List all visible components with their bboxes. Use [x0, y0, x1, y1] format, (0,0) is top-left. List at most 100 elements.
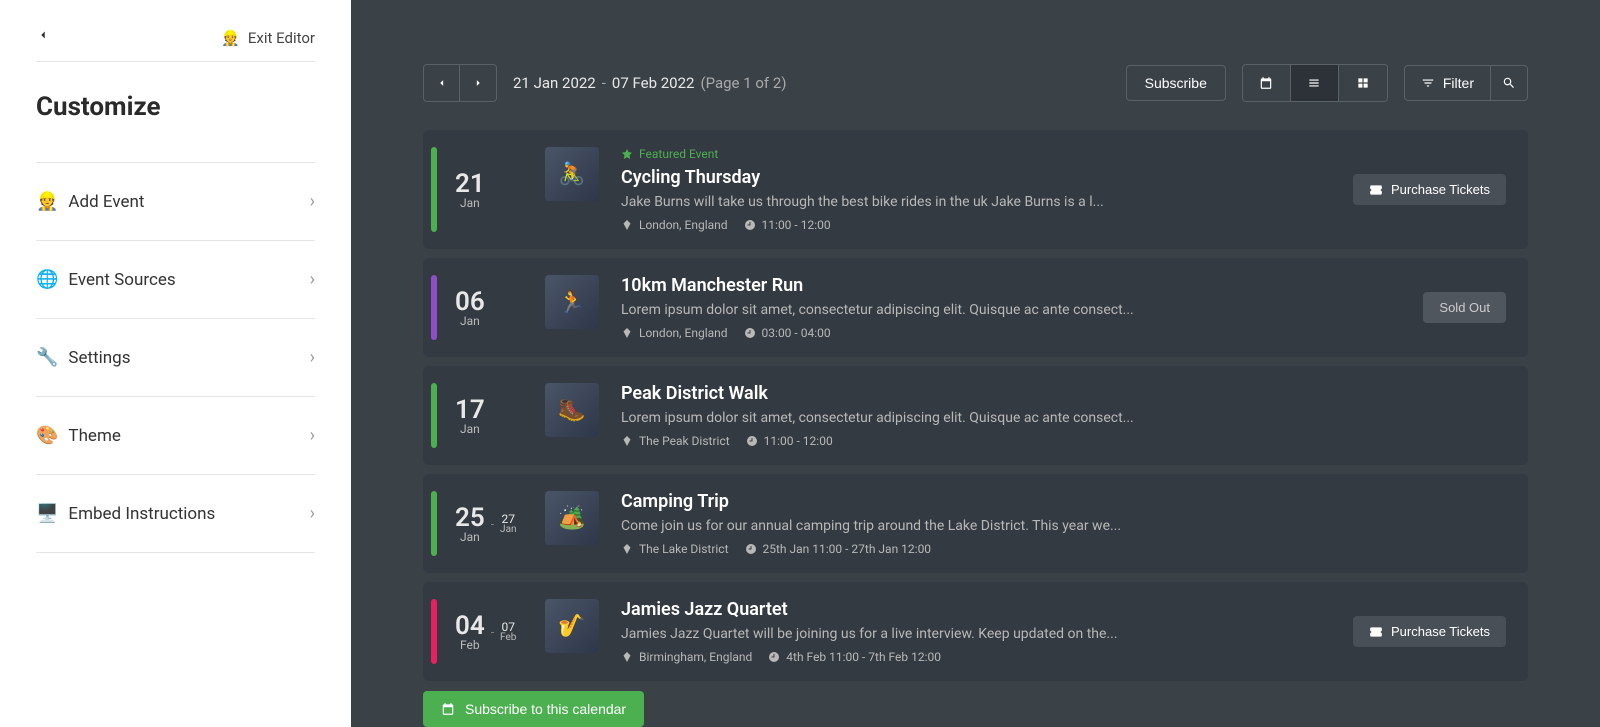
event-time: 03:00 - 04:00 [744, 326, 831, 340]
event-body: Featured Event Cycling Thursday Jake Burns… [621, 147, 1333, 232]
exit-editor-link[interactable]: 👷 Exit Editor [221, 29, 315, 47]
clock-icon [768, 651, 780, 663]
date-range-separator: - [491, 625, 494, 639]
caret-right-icon [471, 76, 485, 90]
sidebar-item-theme[interactable]: 🎨Theme › [36, 397, 315, 475]
sidebar-item-settings[interactable]: 🔧Settings › [36, 319, 315, 397]
event-time: 25th Jan 11:00 - 27th Jan 12:00 [745, 542, 932, 556]
event-action: Purchase Tickets [1353, 599, 1506, 664]
search-button[interactable] [1490, 65, 1528, 101]
event-description: Jake Burns will take us through the best… [621, 194, 1333, 210]
event-meta: London, England 03:00 - 04:00 [621, 326, 1403, 340]
event-thumbnail: 🏃 [545, 275, 599, 329]
event-color-bar [431, 383, 437, 448]
subscribe-calendar-label: Subscribe to this calendar [465, 701, 626, 717]
event-location: London, England [621, 326, 728, 340]
event-date-block: 21Jan [455, 147, 545, 232]
sidebar-item-add-event[interactable]: 👷Add Event › [36, 162, 315, 241]
event-title: Cycling Thursday [621, 167, 1333, 188]
sidebar: 👷 Exit Editor Customize 👷Add Event › 🌐Ev… [0, 0, 351, 727]
sold-out-badge: Sold Out [1423, 292, 1506, 323]
grid-view-button[interactable] [1339, 65, 1387, 101]
event-title: Camping Trip [621, 491, 1506, 512]
search-icon [1502, 76, 1516, 90]
event-time: 11:00 - 12:00 [744, 218, 831, 232]
filter-group: Filter [1404, 65, 1528, 101]
location-icon [621, 219, 633, 231]
chevron-left-icon [36, 28, 50, 42]
event-location: The Lake District [621, 542, 729, 556]
sidebar-item-label: Event Sources [68, 270, 175, 290]
prev-button[interactable] [424, 65, 460, 101]
event-description: Lorem ipsum dolor sit amet, consectetur … [621, 302, 1403, 318]
monitor-icon: 🖥️ [36, 503, 58, 524]
chevron-right-icon: › [310, 503, 315, 524]
event-meta: Birmingham, England 4th Feb 11:00 - 7th … [621, 650, 1333, 664]
add-event-icon: 👷 [36, 191, 58, 212]
date-from: 21 Jan 2022 [513, 74, 596, 92]
sidebar-item-label: Settings [68, 348, 130, 368]
event-day: 06 [455, 289, 485, 315]
chevron-right-icon: › [310, 191, 315, 212]
event-month: Jan [460, 531, 480, 543]
next-button[interactable] [460, 65, 496, 101]
event-body: Camping Trip Come join us for our annual … [621, 491, 1506, 556]
date-to: 07 Feb 2022 [612, 74, 695, 92]
subscribe-button[interactable]: Subscribe [1126, 65, 1226, 101]
event-action: Purchase Tickets [1353, 147, 1506, 232]
event-description: Jamies Jazz Quartet will be joining us f… [621, 626, 1333, 642]
purchase-tickets-button[interactable]: Purchase Tickets [1353, 616, 1506, 647]
event-meta: The Peak District 11:00 - 12:00 [621, 434, 1506, 448]
chevron-right-icon: › [310, 347, 315, 368]
event-meta: The Lake District 25th Jan 11:00 - 27th … [621, 542, 1506, 556]
featured-badge: Featured Event [621, 147, 1333, 161]
event-day: 21 [455, 171, 485, 197]
calendar-view-button[interactable] [1243, 65, 1291, 101]
caret-left-icon [435, 76, 449, 90]
date-nav-group [423, 64, 497, 102]
event-location: The Peak District [621, 434, 730, 448]
event-end-month: Feb [500, 633, 516, 643]
filter-button[interactable]: Filter [1404, 65, 1490, 101]
event-thumbnail: 🎷 [545, 599, 599, 653]
event-title: Peak District Walk [621, 383, 1506, 404]
event-title: Jamies Jazz Quartet [621, 599, 1333, 620]
date-dash: - [602, 74, 606, 92]
clock-icon [744, 219, 756, 231]
sidebar-menu: 👷Add Event › 🌐Event Sources › 🔧Settings … [36, 162, 315, 553]
event-card[interactable]: 21Jan🚴Featured EventCycling ThursdayJake… [423, 130, 1528, 249]
page-info: (Page 1 of 2) [700, 74, 786, 92]
event-location: London, England [621, 218, 728, 232]
event-body: 10km Manchester RunLorem ipsum dolor sit… [621, 275, 1403, 340]
filter-icon [1421, 76, 1435, 90]
event-body: Peak District Walk Lorem ipsum dolor sit … [621, 383, 1506, 448]
event-description: Lorem ipsum dolor sit amet, consectetur … [621, 410, 1506, 426]
palette-icon: 🎨 [36, 425, 58, 446]
event-card[interactable]: 25Jan-27Jan🏕️Camping TripCome join us fo… [423, 474, 1528, 573]
event-time: 11:00 - 12:00 [746, 434, 833, 448]
back-button[interactable] [36, 28, 50, 47]
event-time: 4th Feb 11:00 - 7th Feb 12:00 [768, 650, 941, 664]
event-month: Jan [460, 197, 480, 209]
event-card[interactable]: 04Feb-07Feb🎷Jamies Jazz QuartetJamies Ja… [423, 582, 1528, 681]
event-description: Come join us for our annual camping trip… [621, 518, 1506, 534]
purchase-tickets-button[interactable]: Purchase Tickets [1353, 174, 1506, 205]
location-icon [621, 435, 633, 447]
subscribe-calendar-button[interactable]: Subscribe to this calendar [423, 691, 644, 727]
event-color-bar [431, 491, 437, 556]
event-color-bar [431, 599, 437, 664]
date-range-separator: - [491, 517, 494, 531]
list-view-button[interactable] [1291, 65, 1339, 101]
event-end-month: Jan [500, 525, 516, 535]
ticket-icon [1369, 625, 1383, 639]
location-icon [621, 651, 633, 663]
event-day: 04 [455, 613, 485, 639]
sidebar-item-event-sources[interactable]: 🌐Event Sources › [36, 241, 315, 319]
calendar-plus-icon [441, 702, 455, 716]
event-body: Jamies Jazz Quartet Jamies Jazz Quartet w… [621, 599, 1333, 664]
event-card[interactable]: 17Jan🥾Peak District WalkLorem ipsum dolo… [423, 366, 1528, 465]
sidebar-item-embed[interactable]: 🖥️Embed Instructions › [36, 475, 315, 553]
sidebar-title: Customize [36, 92, 315, 122]
chevron-right-icon: › [310, 425, 315, 446]
event-card[interactable]: 06Jan🏃10km Manchester RunLorem ipsum dol… [423, 258, 1528, 357]
